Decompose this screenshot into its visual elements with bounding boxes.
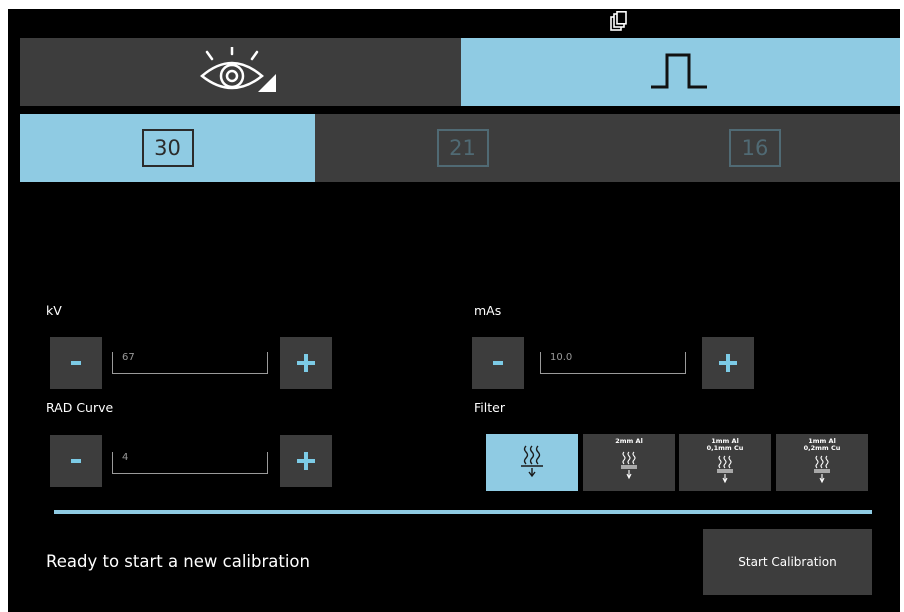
- radiation-icon: [519, 444, 545, 482]
- progress-divider: [54, 510, 872, 514]
- pulse-tab-30-value: 30: [141, 129, 194, 167]
- filter-label: Filter: [474, 400, 505, 415]
- copy-icon[interactable]: [610, 11, 628, 33]
- tab-view-mode[interactable]: [20, 38, 461, 106]
- pulse-icon: [649, 47, 713, 97]
- kv-increase-button[interactable]: [280, 337, 332, 389]
- mas-input[interactable]: 10.0: [540, 352, 686, 374]
- kv-decrease-button[interactable]: [50, 337, 102, 389]
- filter-option-1mm-al-0-1mm-cu[interactable]: 1mm Al 0,1mm Cu: [679, 434, 771, 491]
- radiation-filter-icon: [716, 454, 734, 488]
- mas-increase-button[interactable]: [702, 337, 754, 389]
- radiation-filter-icon: [813, 454, 831, 488]
- filter-option-2mm-al-line1: 2mm Al: [615, 437, 643, 445]
- filter-option-2mm-al[interactable]: 2mm Al: [583, 434, 675, 491]
- start-calibration-button[interactable]: Start Calibration: [703, 529, 872, 595]
- minus-icon: [493, 361, 503, 365]
- pulse-tab-21-value: 21: [436, 129, 489, 167]
- rad-curve-decrease-button[interactable]: [50, 435, 102, 487]
- filter-option-none[interactable]: [486, 434, 578, 491]
- pulse-tab-16-value: 16: [729, 129, 781, 167]
- radiation-filter-icon: [620, 450, 638, 484]
- plus-icon: [297, 452, 315, 470]
- minus-icon: [71, 361, 81, 365]
- filter-option-1mm-al-0-2mm-cu-line2: 0,2mm Cu: [803, 444, 841, 452]
- kv-input[interactable]: 67: [112, 352, 268, 374]
- minus-icon: [71, 459, 81, 463]
- mas-decrease-button[interactable]: [472, 337, 524, 389]
- pulse-tab-30[interactable]: 30: [20, 114, 315, 182]
- rad-curve-increase-button[interactable]: [280, 435, 332, 487]
- calibration-screen: 30 21 16 kV 67 mAs 10.0 RAD Curve 4 Filt…: [8, 9, 900, 612]
- filter-option-1mm-al-0-2mm-cu[interactable]: 1mm Al 0,2mm Cu: [776, 434, 868, 491]
- kv-label: kV: [46, 303, 62, 318]
- plus-icon: [297, 354, 315, 372]
- pulse-tab-16[interactable]: 16: [610, 114, 900, 182]
- rad-curve-label: RAD Curve: [46, 400, 114, 415]
- eye-icon: [196, 45, 286, 97]
- status-text: Ready to start a new calibration: [46, 552, 310, 571]
- pulse-tab-21[interactable]: 21: [315, 114, 610, 182]
- filter-option-1mm-al-0-1mm-cu-line2: 0,1mm Cu: [706, 444, 744, 452]
- mas-label: mAs: [474, 303, 502, 318]
- tab-pulse-mode[interactable]: [461, 38, 900, 106]
- start-calibration-label: Start Calibration: [738, 555, 837, 569]
- rad-curve-input[interactable]: 4: [112, 452, 268, 474]
- plus-icon: [719, 354, 737, 372]
